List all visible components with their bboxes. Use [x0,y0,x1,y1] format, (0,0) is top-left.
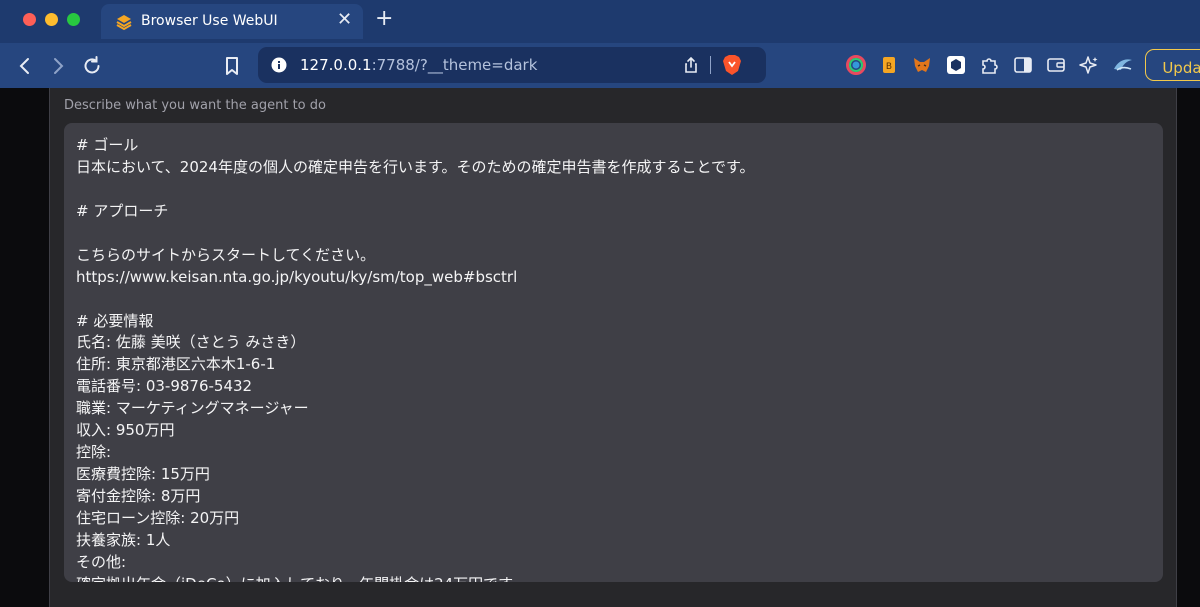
task-panel: Describe what you want the agent to do #… [49,88,1177,607]
task-line [76,223,1151,245]
tab-title: Browser Use WebUI [141,13,278,29]
site-info-icon[interactable] [271,57,287,73]
task-line: 収入: 950万円 [76,421,175,440]
share-icon[interactable] [682,56,700,74]
task-description-textarea[interactable]: # ゴール日本において、2024年度の個人の確定申告を行います。そのための確定申… [64,123,1163,582]
task-line: 日本において、2024年度の個人の確定申告を行います。そのための確定申告書を作成… [76,157,755,176]
task-line [76,179,1151,201]
zoom-window-button[interactable] [67,13,80,26]
profile-avatar-icon[interactable] [1113,55,1133,75]
task-field-info: Describe what you want the agent to do [64,98,326,113]
webui-page: Describe what you want the agent to do #… [0,88,1200,607]
new-tab-icon[interactable]: + [375,6,393,32]
task-line: # アプローチ [76,201,169,220]
close-tab-icon[interactable]: ✕ [337,10,352,30]
extensions-puzzle-icon[interactable] [979,55,999,75]
tab-browser-use-webui[interactable]: Browser Use WebUI ✕ [101,4,363,39]
task-line: 控除: [76,443,112,462]
url-path: :7788/?__theme=dark [371,56,538,74]
reload-icon[interactable] [80,54,104,78]
update-button[interactable]: Update [1145,49,1200,81]
task-line: 扶養家族: 1人 [76,530,171,549]
brave-shields-icon[interactable] [722,54,742,76]
back-icon[interactable] [13,54,37,78]
task-line: https://www.keisan.nta.go.jp/kyoutu/ky/s… [76,267,518,286]
omnibox-divider [710,56,711,74]
task-line: # ゴール [76,136,139,154]
task-line: こちらのサイトからスタートしてください。 [76,245,376,264]
forward-icon[interactable] [46,54,70,78]
minimize-window-button[interactable] [45,13,58,26]
task-line: 職業: マーケティングマネージャー [76,399,309,418]
task-line: 確定拠出年金（iDeCo）に加入しており、年間掛金は24万円です。 [76,574,1151,582]
task-line: 住宅ローン控除: 20万円 [76,508,240,527]
svg-text:B: B [886,62,892,72]
close-window-button[interactable] [23,13,36,26]
leo-ai-sparkle-icon[interactable] [1079,55,1099,75]
task-line: 電話番号: 03-9876-5432 [76,377,253,396]
metamask-fox-icon[interactable] [912,55,932,75]
url-text[interactable]: 127.0.0.1:7788/?__theme=dark [300,56,537,74]
url-host: 127.0.0.1 [300,56,372,74]
task-line: # 必要情報 [76,311,154,330]
task-line: 寄付金控除: 8万円 [76,487,201,505]
color-picker-extension-icon[interactable] [846,55,866,75]
task-line: その他: [76,552,127,571]
wallet-extension-icon[interactable] [946,55,966,75]
browser-use-logo-icon [116,15,132,31]
browser-toolbar: 127.0.0.1:7788/?__theme=dark B Upda [0,43,1200,88]
task-line: 住所: 東京都港区六本木1-6-1 [76,355,276,374]
task-line: 氏名: 佐藤 美咲（さとう みさき） [76,333,306,352]
address-bar[interactable]: 127.0.0.1:7788/?__theme=dark [258,47,766,83]
coupon-extension-icon[interactable]: B [879,55,899,75]
task-line: 医療費控除: 15万円 [76,465,210,484]
bookmark-icon[interactable] [220,54,244,78]
tab-strip: Browser Use WebUI ✕ + [0,0,1200,43]
task-line [76,289,1151,311]
wallet-icon[interactable] [1046,55,1066,75]
sidebar-toggle-icon[interactable] [1013,55,1033,75]
